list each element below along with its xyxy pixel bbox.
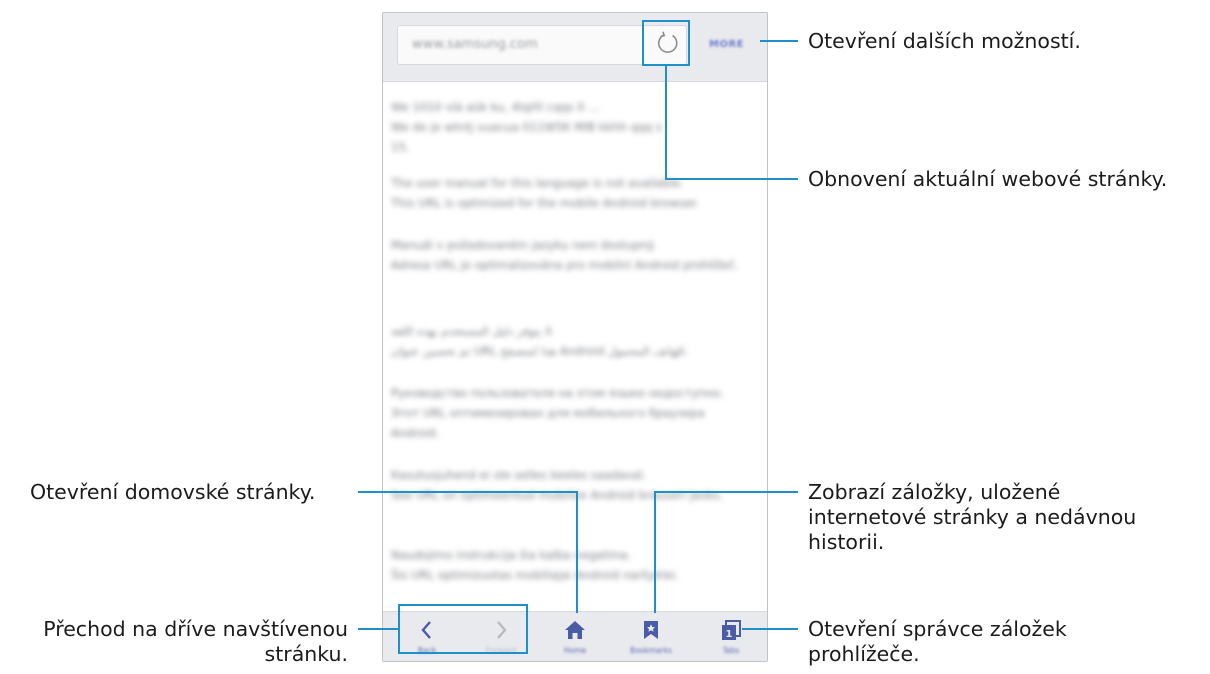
callout-refresh: Obnovení aktuální webové stránky. <box>808 167 1168 191</box>
refresh-connector-h <box>665 178 798 180</box>
content-paragraph: Kasutusjuhend ei ole selles keeles saada… <box>391 468 724 502</box>
content-paragraph: Naudojimo instrukcija šia kalba negalima… <box>391 548 679 582</box>
back-connector <box>358 628 400 630</box>
home-icon <box>565 621 585 639</box>
tabs-label: Tabs <box>722 646 740 655</box>
tabs-icon: 1 <box>722 620 741 640</box>
content-paragraph: Руководство пользователя на этом языке н… <box>391 386 724 440</box>
bookmark-icon <box>644 621 658 639</box>
browser-screen: www.samsung.com MORE We 1010 vlá aŭk ku,… <box>382 12 768 662</box>
back-forward-highlight <box>398 604 528 654</box>
content-paragraph: Manuál v požadovaném jazyku není dostupn… <box>391 238 739 272</box>
tabs-connector <box>742 628 798 630</box>
tabs-button[interactable]: 1 Tabs <box>701 612 761 661</box>
bookmarks-connector-h <box>654 491 798 493</box>
callout-bookmarks: Zobrazí záložky, uložené internetové str… <box>808 480 1137 554</box>
refresh-highlight <box>642 20 690 66</box>
browser-toolbar: www.samsung.com MORE <box>383 13 767 82</box>
refresh-connector-v <box>665 66 667 180</box>
callout-tabs: Otevření správce záložek prohlížeče. <box>808 617 1067 666</box>
callout-more: Otevření dalších možností. <box>808 29 1081 53</box>
bookmarks-label: Bookmarks <box>630 646 672 655</box>
more-connector <box>760 40 798 42</box>
bookmarks-connector-v <box>654 491 656 613</box>
home-label: Home <box>563 646 587 655</box>
callout-back-forward: Přechod na dříve navštívenou stránku. <box>43 617 348 666</box>
home-button[interactable]: Home <box>545 612 605 661</box>
callout-home: Otevření domovské stránky. <box>30 480 316 504</box>
content-paragraph: لا يتوفر دليل المستخدم بهذه اللغة. تم تح… <box>391 324 689 358</box>
tabs-count: 1 <box>726 629 733 640</box>
page-content: We 1010 vlá aŭk ku, 4lqiñl cqqs 0 ... We… <box>383 93 767 608</box>
url-text: www.samsung.com <box>412 37 538 52</box>
bookmarks-button[interactable]: Bookmarks <box>621 612 681 661</box>
home-connector-v <box>576 491 578 613</box>
more-button[interactable]: MORE <box>709 39 744 50</box>
home-connector-h <box>358 491 578 493</box>
content-paragraph: We 1010 vlá aŭk ku, 4lqiñl cqqs 0 ... We… <box>391 100 662 154</box>
